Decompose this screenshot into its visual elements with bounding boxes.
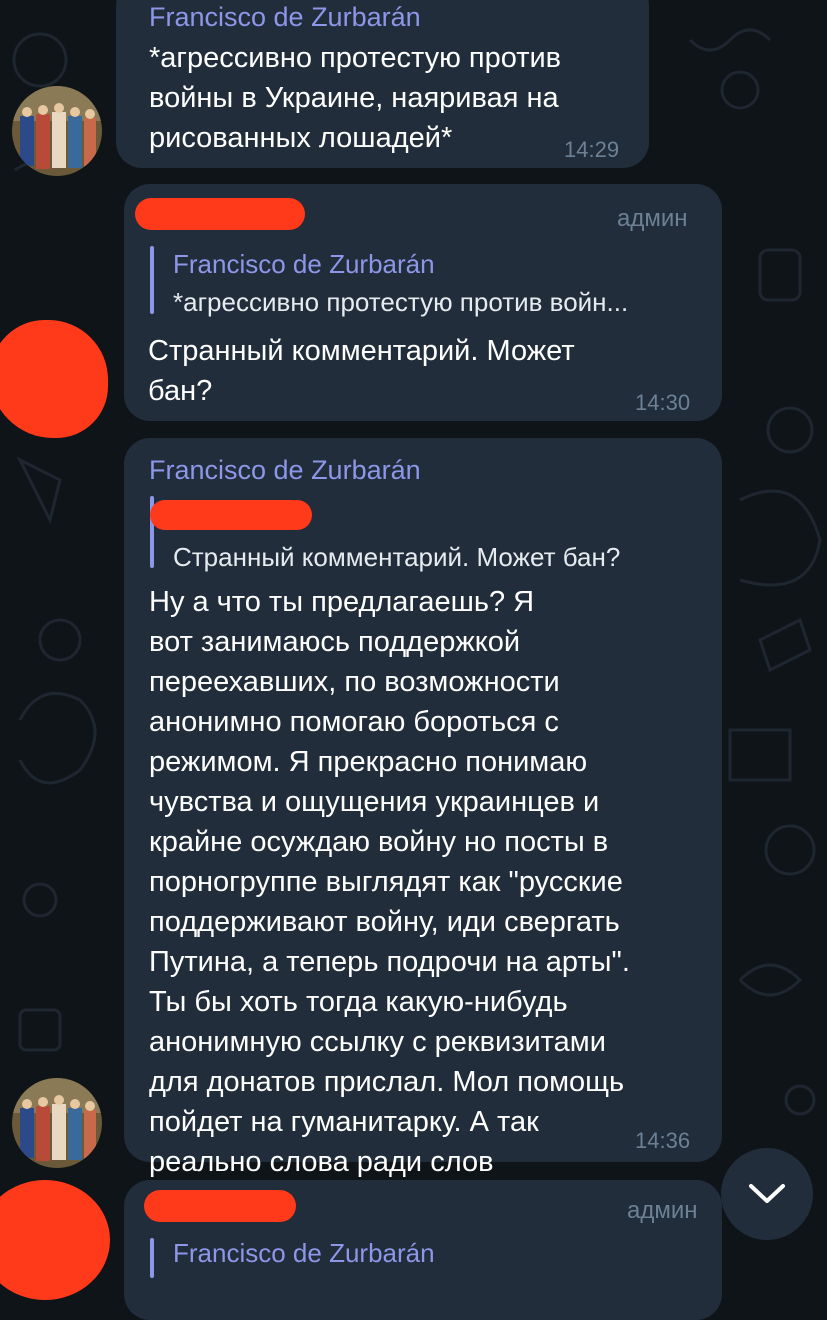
message-bubble[interactable]: Francisco de Zurbarán *агрессивно протес… <box>116 0 649 168</box>
message-bubble[interactable]: Francisco de Zurbarán Странный комментар… <box>124 438 722 1178</box>
admin-badge: админ <box>617 205 688 232</box>
message-bubble[interactable]: админ Francisco de Zurbarán <box>124 1180 722 1320</box>
chevron-down-icon <box>749 1184 785 1203</box>
message-text: Странный комментарий. Может бан? <box>148 335 575 407</box>
message-time: 14:29 <box>564 137 620 162</box>
scroll-down-button[interactable] <box>721 1148 813 1240</box>
avatar[interactable] <box>12 86 102 176</box>
sender-name[interactable]: Francisco de Zurbarán <box>149 2 421 33</box>
reply-preview-text[interactable]: *агрессивно протестую против войн... <box>173 287 713 318</box>
message-text: *агрессивно протестую против войны в Укр… <box>149 42 562 154</box>
redacted-sender-name <box>135 198 305 230</box>
avatar[interactable] <box>12 1078 102 1168</box>
redacted-reply-name <box>150 500 312 530</box>
message-time: 14:30 <box>635 390 691 415</box>
sender-name[interactable]: Francisco de Zurbarán <box>149 455 421 486</box>
message-time: 14:36 <box>635 1128 691 1153</box>
reply-bar <box>150 1238 154 1278</box>
reply-bar <box>150 246 154 314</box>
reply-sender-name[interactable]: Francisco de Zurbarán <box>173 249 435 280</box>
message-bubble[interactable]: админ Francisco de Zurbarán *агрессивно … <box>124 184 722 421</box>
message-text: Ну а что ты предлагаешь? Я вот занимаюсь… <box>149 586 630 1178</box>
reply-preview-text[interactable]: Странный комментарий. Может бан? <box>173 542 713 573</box>
admin-badge: админ <box>627 1197 698 1224</box>
reply-sender-name[interactable]: Francisco de Zurbarán <box>173 1238 435 1269</box>
redacted-sender-name <box>144 1190 296 1222</box>
